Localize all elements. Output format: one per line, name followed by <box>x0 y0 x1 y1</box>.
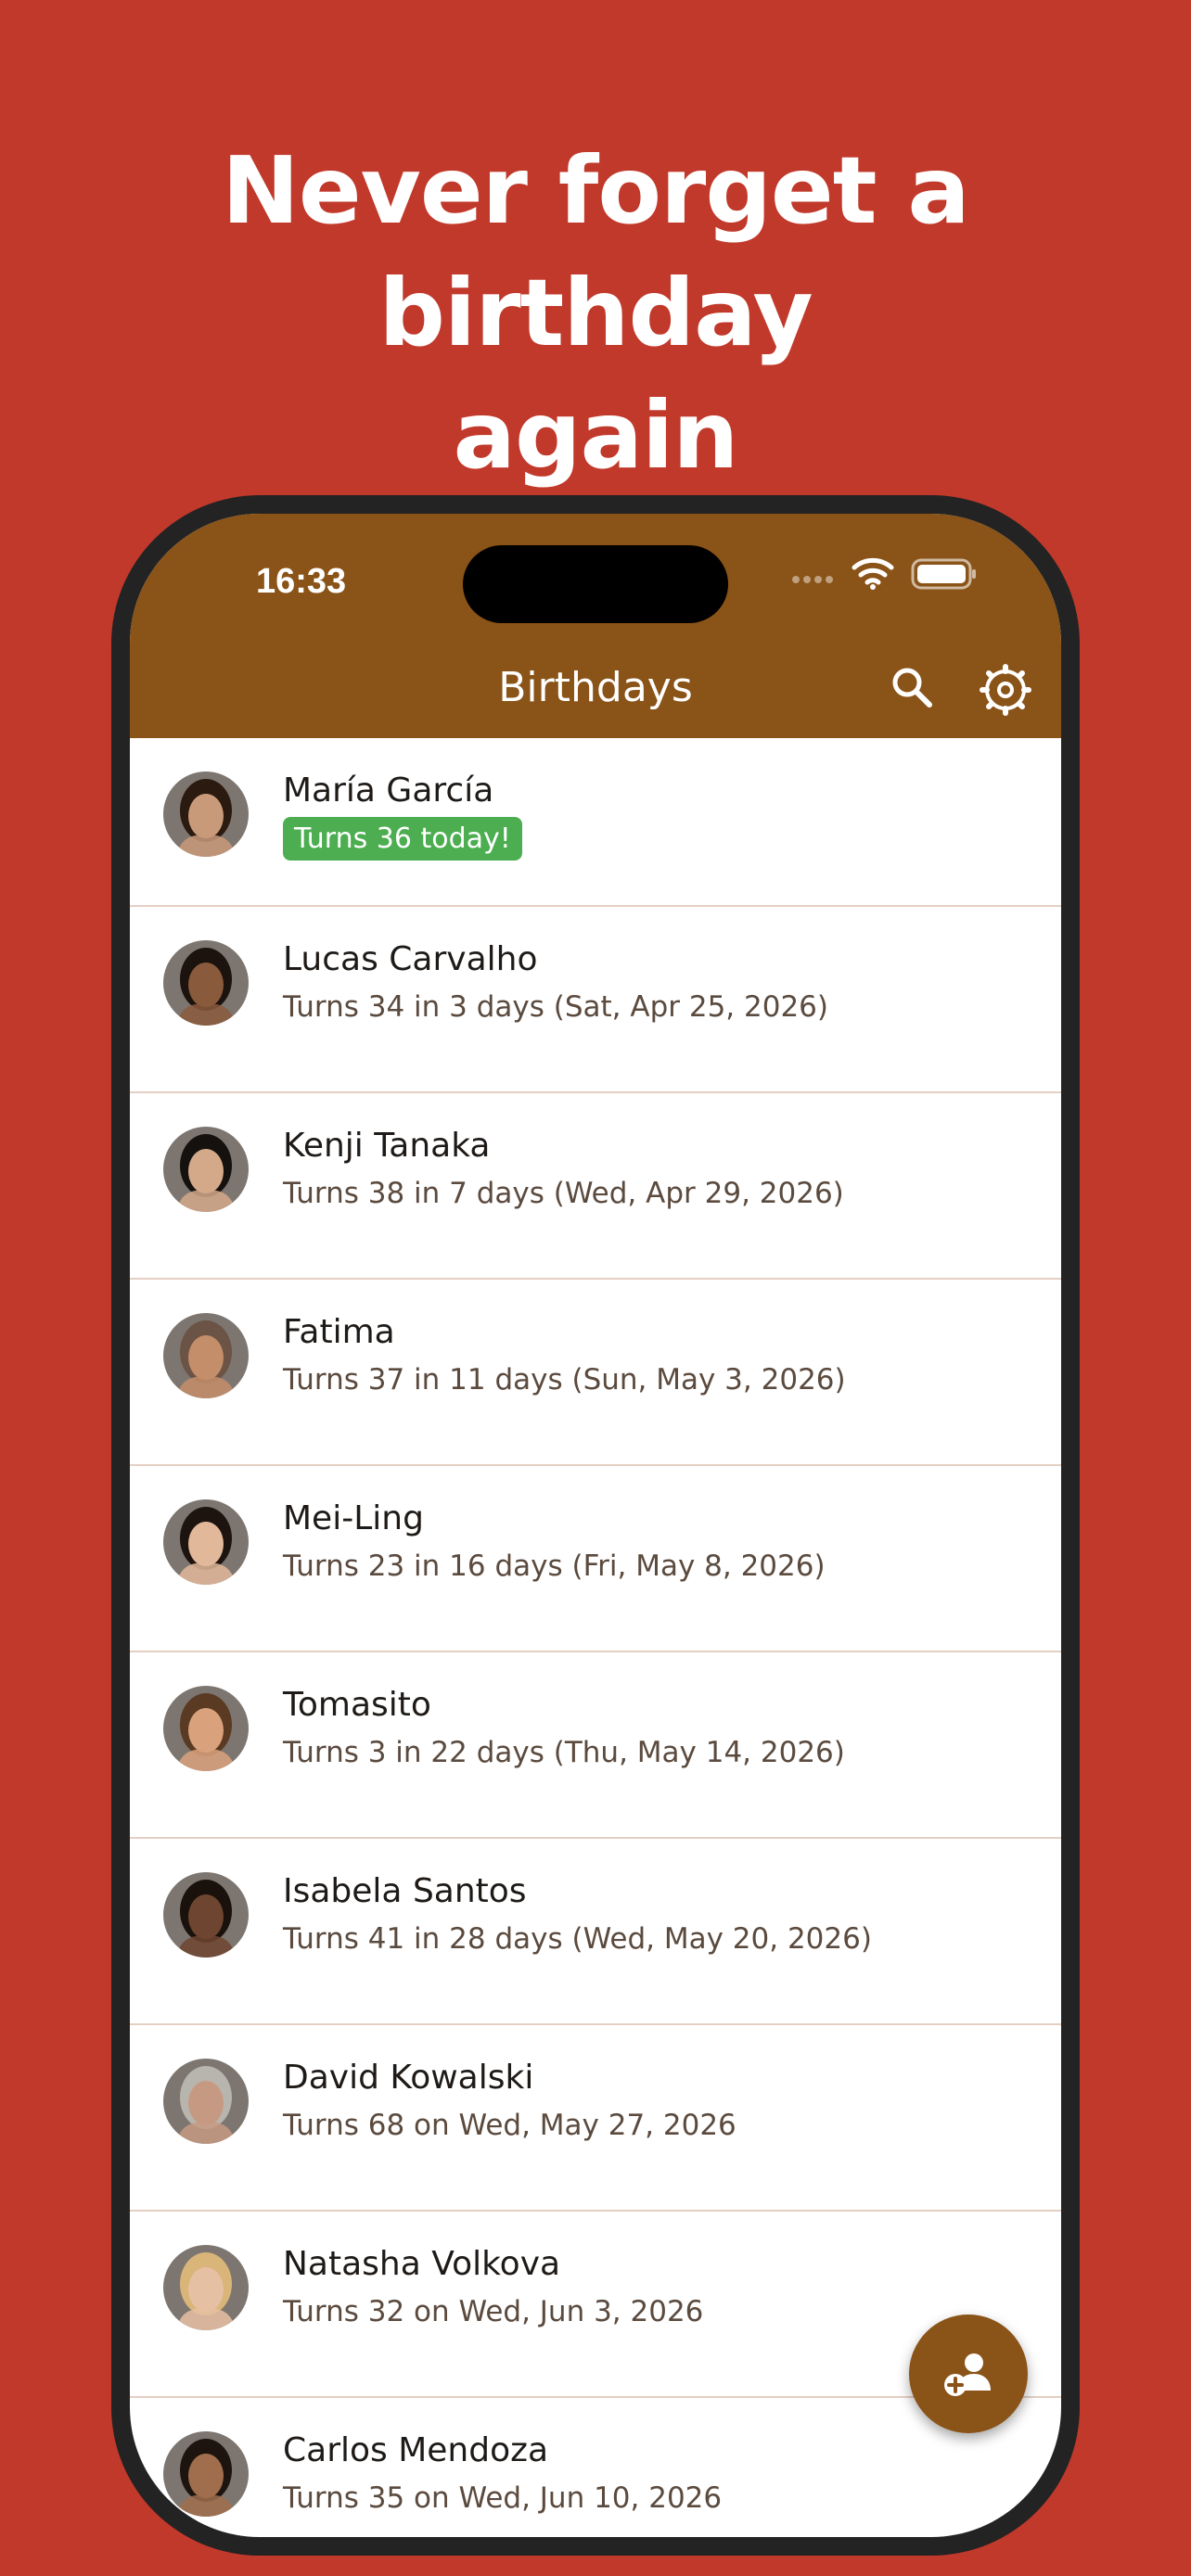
avatar <box>163 1127 249 1212</box>
add-contact-button[interactable] <box>909 2315 1028 2433</box>
contact-name: Fatima <box>283 1313 395 1351</box>
dynamic-island <box>463 545 728 623</box>
list-item[interactable]: Mei-Ling Turns 23 in 16 days (Fri, May 8,… <box>130 1466 1061 1652</box>
list-item[interactable]: Kenji Tanaka Turns 38 in 7 days (Wed, Apr… <box>130 1093 1061 1280</box>
status-time: 16:33 <box>256 562 347 601</box>
promo-headline: Never forget a birthday again <box>0 130 1191 497</box>
search-icon <box>892 668 932 708</box>
cellular-signal-icon <box>792 569 837 587</box>
avatar <box>163 772 249 857</box>
phone-frame: 16:33 Birthdays María García Turns 36 to… <box>111 495 1080 2556</box>
birthday-countdown: Turns 32 on Wed, Jun 3, 2026 <box>283 2295 704 2328</box>
contact-name: María García <box>283 772 494 810</box>
birthday-list[interactable]: María García Turns 36 today! Lucas Carvalh… <box>130 738 1061 2537</box>
avatar <box>163 2059 249 2144</box>
contact-name: Carlos Mendoza <box>283 2431 549 2469</box>
contact-name: Lucas Carvalho <box>283 940 538 978</box>
list-item[interactable]: David Kowalski Turns 68 on Wed, May 27, 2… <box>130 2025 1061 2212</box>
birthday-countdown: Turns 3 in 22 days (Thu, May 14, 2026) <box>283 1736 845 1769</box>
phone-screen: 16:33 Birthdays María García Turns 36 to… <box>130 514 1061 2537</box>
contact-name: Tomasito <box>283 1686 431 1724</box>
contact-name: Isabela Santos <box>283 1872 527 1910</box>
list-item[interactable]: Lucas Carvalho Turns 34 in 3 days (Sat, A… <box>130 907 1061 1093</box>
birthday-countdown: Turns 35 on Wed, Jun 10, 2026 <box>283 2481 723 2515</box>
contact-name: Natasha Volkova <box>283 2245 561 2283</box>
list-item[interactable]: Carlos Mendoza Turns 35 on Wed, Jun 10, 2… <box>130 2398 1061 2537</box>
avatar <box>163 1872 249 1958</box>
promo-headline-line2: again <box>453 381 738 490</box>
avatar <box>163 940 249 1026</box>
avatar <box>163 1313 249 1398</box>
birthday-countdown: Turns 37 in 11 days (Sun, May 3, 2026) <box>283 1363 846 1396</box>
wifi-icon <box>852 557 894 590</box>
list-item[interactable]: Isabela Santos Turns 41 in 28 days (Wed, … <box>130 1839 1061 2025</box>
avatar <box>163 2431 249 2517</box>
avatar <box>163 1686 249 1771</box>
list-item[interactable]: María García Turns 36 today! <box>130 738 1061 907</box>
birthday-today-badge: Turns 36 today! <box>283 817 522 861</box>
battery-icon <box>911 558 976 590</box>
list-item[interactable]: Fatima Turns 37 in 11 days (Sun, May 3, 2… <box>130 1280 1061 1466</box>
birthday-countdown: Turns 41 in 28 days (Wed, May 20, 2026) <box>283 1922 872 1956</box>
app-bar: 16:33 Birthdays <box>130 514 1061 738</box>
add-person-icon <box>944 2353 991 2396</box>
list-item[interactable]: Tomasito Turns 3 in 22 days (Thu, May 14,… <box>130 1652 1061 1839</box>
birthday-countdown: Turns 38 in 7 days (Wed, Apr 29, 2026) <box>283 1177 844 1210</box>
search-button[interactable] <box>889 664 937 712</box>
settings-gear-icon <box>980 664 1031 716</box>
contact-name: Mei-Ling <box>283 1499 424 1537</box>
birthday-countdown: Turns 23 in 16 days (Fri, May 8, 2026) <box>283 1549 826 1583</box>
promo-headline-line1: Never forget a birthday <box>222 136 970 367</box>
contact-name: Kenji Tanaka <box>283 1127 491 1165</box>
avatar <box>163 1499 249 1585</box>
settings-button[interactable] <box>980 664 1031 716</box>
birthday-countdown: Turns 34 in 3 days (Sat, Apr 25, 2026) <box>283 990 829 1024</box>
contact-name: David Kowalski <box>283 2059 534 2097</box>
avatar <box>163 2245 249 2330</box>
birthday-countdown: Turns 68 on Wed, May 27, 2026 <box>283 2109 736 2142</box>
